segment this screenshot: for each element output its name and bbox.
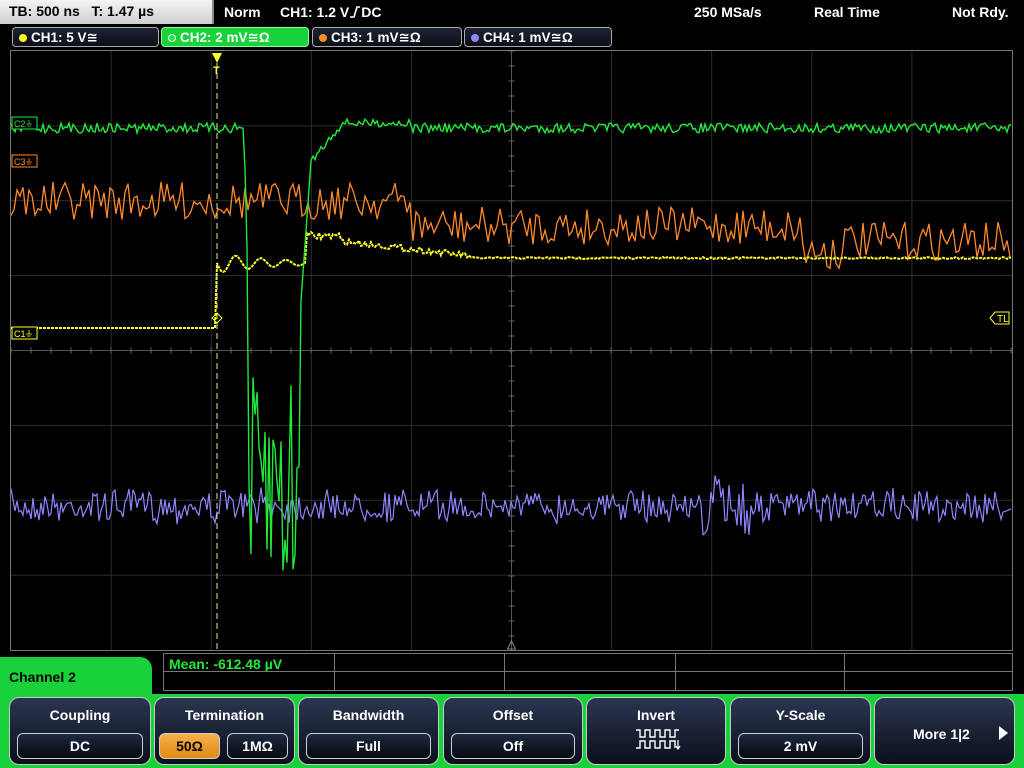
invert-waveform-icon (636, 729, 681, 750)
meas-divider (675, 654, 676, 691)
status-bar: TB: 500 ns T: 1.47 µs Norm CH1: 1.2 V DC … (0, 0, 1024, 24)
ch3-color-dot (319, 34, 327, 42)
trigger-source-level: CH1: 1.2 V (280, 4, 350, 20)
meas-divider (844, 654, 845, 691)
invert-title: Invert (636, 707, 676, 723)
menu-title: Channel 2 (0, 657, 152, 697)
channel-marker-c1: C1 (11, 326, 38, 340)
channel-marker-c3: C3 (11, 154, 38, 168)
termination-1m-ohm-button[interactable]: 1MΩ (227, 733, 288, 759)
bandwidth-softkey[interactable]: Bandwidth Full (298, 697, 439, 765)
coupling-value[interactable]: DC (17, 733, 143, 759)
ch1-color-dot (19, 34, 27, 42)
mean-measurement: Mean: -612.48 µV (169, 656, 283, 672)
svg-text:TL: TL (997, 314, 1009, 325)
termination-title: Termination (184, 707, 265, 723)
tab-ch2[interactable]: CH2: 2 mV≅Ω (161, 27, 309, 47)
tab-ch1-label: CH1: 5 V≅ (31, 30, 98, 45)
meas-divider (334, 654, 335, 691)
bandwidth-value[interactable]: Full (306, 733, 431, 759)
svg-text:C1: C1 (14, 329, 26, 339)
ch2-color-dot (168, 34, 176, 42)
timebase-readout[interactable]: TB: 500 ns T: 1.47 µs (0, 0, 214, 24)
trigger-info[interactable]: CH1: 1.2 V DC (280, 4, 381, 20)
tab-ch3-label: CH3: 1 mV≅Ω (331, 30, 421, 45)
svg-text:C3: C3 (14, 157, 26, 167)
channel-marker-c2: C2 (11, 116, 38, 130)
offset-title: Offset (492, 707, 534, 723)
more-label: More 1|2 (913, 726, 970, 742)
trigger-level-marker: TL (989, 311, 1010, 325)
waveform-display[interactable]: T C2 C3 C1 TL (10, 50, 1013, 651)
offset-value[interactable]: Off (451, 733, 575, 759)
trigger-mode[interactable]: Norm (224, 4, 261, 20)
graticule (11, 51, 1012, 650)
yscale-value[interactable]: 2 mV (738, 733, 863, 759)
ch4-color-dot (471, 34, 479, 42)
tab-ch4-label: CH4: 1 mV≅Ω (483, 30, 573, 45)
invert-softkey[interactable]: Invert (586, 697, 726, 765)
coupling-title: Coupling (49, 707, 111, 723)
yscale-title: Y-Scale (775, 707, 826, 723)
softkey-bar: Coupling DC Termination 50Ω 1MΩ Bandwidt… (0, 694, 1024, 768)
svg-text:C2: C2 (14, 119, 26, 129)
termination-50-ohm-button[interactable]: 50Ω (159, 733, 220, 759)
bandwidth-title: Bandwidth (332, 707, 405, 723)
yscale-softkey[interactable]: Y-Scale 2 mV (730, 697, 871, 765)
tab-ch1[interactable]: CH1: 5 V≅ (12, 27, 159, 47)
sample-rate: 250 MSa/s (694, 4, 762, 20)
trigger-position-label: T (213, 65, 220, 77)
tab-ch2-label: CH2: 2 mV≅Ω (180, 30, 270, 45)
channel-tabs: CH1: 5 V≅ CH2: 2 mV≅Ω CH3: 1 mV≅Ω CH4: 1… (0, 26, 1024, 48)
meas-divider (504, 654, 505, 691)
ch3-trace (11, 181, 1011, 270)
coupling-softkey[interactable]: Coupling DC (9, 697, 151, 765)
offset-softkey[interactable]: Offset Off (443, 697, 583, 765)
tab-ch4[interactable]: CH4: 1 mV≅Ω (464, 27, 612, 47)
trigger-position-marker (212, 53, 222, 63)
waveform-canvas: T C2 C3 C1 TL (11, 51, 1012, 650)
meas-divider (164, 671, 1012, 672)
trigger-coupling: DC (361, 4, 382, 20)
acquisition-mode: Real Time (814, 4, 880, 20)
acquisition-state: Not Rdy. (952, 4, 1009, 20)
more-softkey[interactable]: More 1|2 (874, 697, 1015, 765)
right-arrow-icon (999, 726, 1008, 740)
tab-ch3[interactable]: CH3: 1 mV≅Ω (312, 27, 462, 47)
measurement-panel: Mean: -612.48 µV (163, 653, 1013, 691)
termination-softkey[interactable]: Termination 50Ω 1MΩ (154, 697, 295, 765)
rising-slope-icon (350, 6, 361, 18)
